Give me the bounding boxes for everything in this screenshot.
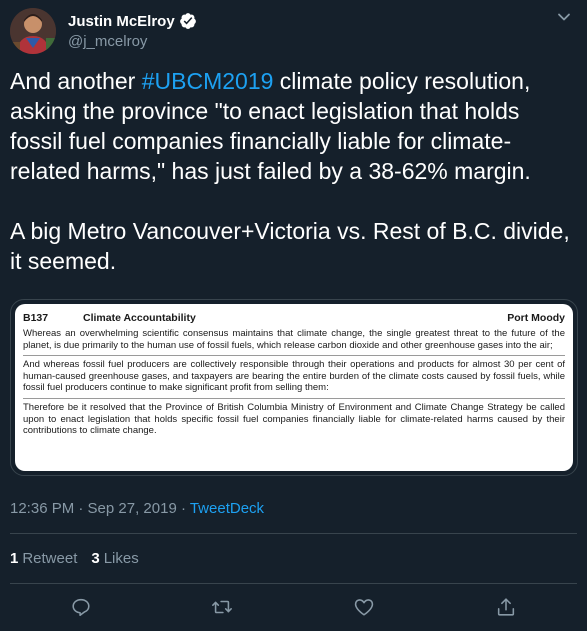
attached-image[interactable]: B137 Climate Accountability Port Moody W…: [10, 299, 578, 476]
document-paragraph: Therefore be it resolved that the Provin…: [23, 401, 565, 437]
document-paragraph: Whereas an overwhelming scientific conse…: [23, 328, 565, 351]
document-paragraph: And whereas fossil fuel producers are co…: [23, 359, 565, 394]
tweet-stats: 1 Retweet 3 Likes: [10, 550, 139, 567]
likes-label: Likes: [103, 550, 139, 567]
verified-badge-icon: [179, 12, 197, 30]
likes-stat[interactable]: 3 Likes: [91, 550, 138, 567]
hashtag-link[interactable]: #UBCM2019: [142, 68, 274, 94]
divider: [10, 533, 577, 534]
author-handle[interactable]: @j_mcelroy: [68, 33, 197, 50]
share-icon[interactable]: [495, 596, 519, 620]
divider: [10, 583, 577, 584]
tweet-source-link[interactable]: TweetDeck: [190, 500, 264, 517]
retweets-label: Retweet: [22, 550, 78, 567]
retweet-icon[interactable]: [210, 596, 234, 620]
reply-icon[interactable]: [70, 596, 94, 620]
resolution-document: B137 Climate Accountability Port Moody W…: [15, 304, 573, 471]
resolution-title: Climate Accountability: [83, 312, 196, 324]
tweet-text: And another #UBCM2019 climate policy res…: [10, 66, 577, 276]
author-display-name[interactable]: Justin McElroy: [68, 13, 175, 30]
likes-count: 3: [91, 550, 100, 567]
tweet-actions: [0, 596, 587, 620]
document-divider: [23, 397, 565, 399]
retweets-count: 1: [10, 550, 19, 567]
tweet-paragraph-1: And another #UBCM2019 climate policy res…: [10, 66, 577, 186]
tweet-header: Justin McElroy @j_mcelroy: [10, 8, 577, 56]
heart-icon[interactable]: [353, 596, 377, 620]
avatar-image: [10, 8, 56, 54]
resolution-sponsor: Port Moody: [507, 312, 565, 324]
tweet-paragraph-2: A big Metro Vancouver+Victoria vs. Rest …: [10, 218, 570, 274]
resolution-code: B137: [23, 312, 49, 324]
avatar[interactable]: [10, 8, 56, 54]
document-divider: [23, 355, 565, 357]
chevron-down-icon[interactable]: [557, 10, 571, 24]
document-header: B137 Climate Accountability Port Moody: [23, 312, 565, 325]
tweet-meta: 12:36 PM · Sep 27, 2019 · TweetDeck: [10, 500, 264, 517]
tweet-timestamp[interactable]: 12:36 PM · Sep 27, 2019 ·: [10, 500, 190, 517]
retweets-stat[interactable]: 1 Retweet: [10, 550, 77, 567]
tweet-text-lead: And another: [10, 68, 142, 94]
